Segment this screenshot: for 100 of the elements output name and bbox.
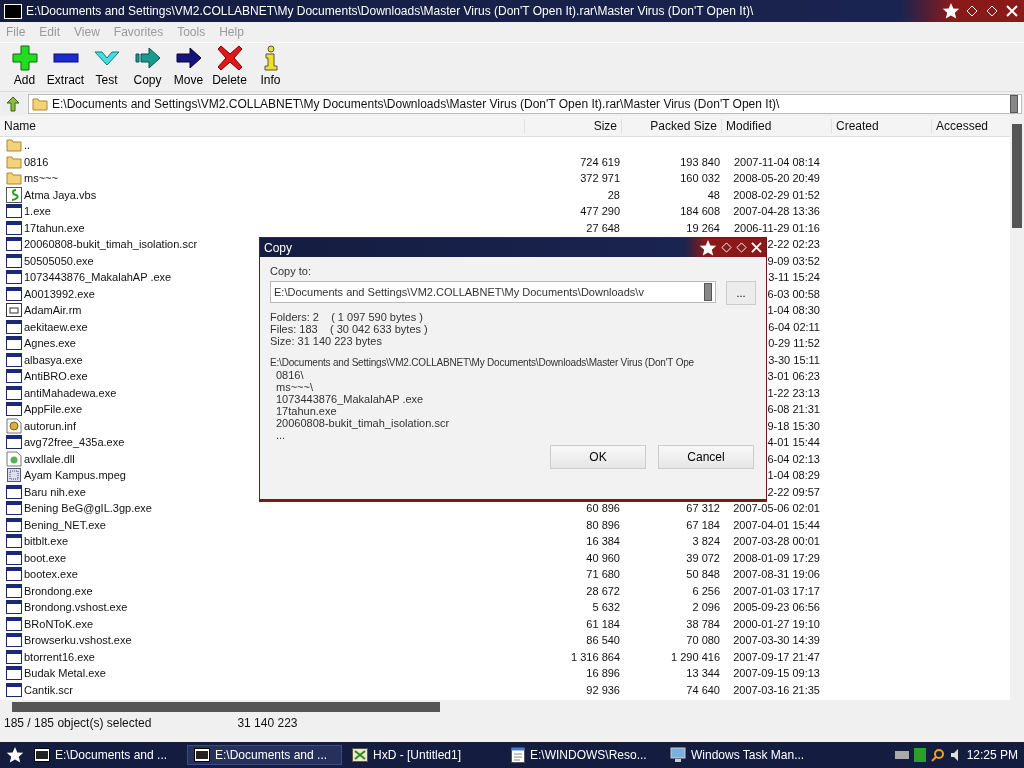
file-name: .. [24,139,31,152]
modified-cell: 1-04 08:29 [767,469,820,482]
column-header[interactable]: Packed Size [622,119,722,133]
modified-cell: 0-29 11:52 [768,337,820,350]
toolbar-button[interactable]: Extract [45,43,86,91]
destination-field[interactable]: E:\Documents and Settings\VM2.COLLABNET\My Documents\Downloads\v [270,281,716,303]
dialog-button[interactable]: OK [550,445,646,469]
notepad-icon [511,747,525,763]
total-size: 31 140 223 [237,716,298,730]
modified-cell: 2007-04-28 13:36 [733,205,820,218]
modified-cell: 9-09 03:52 [767,254,820,267]
scrollbar-thumb[interactable] [1010,95,1018,113]
file-name: AntiBRO.exe [24,370,88,383]
window-icon [6,583,22,598]
source-item: ... [275,429,287,441]
dialog-button[interactable]: Cancel [658,445,754,469]
file-name: BRoNToK.exe [24,617,94,630]
window-icon [6,435,22,450]
packed-size-cell: 38 784 [686,617,720,630]
summary-line: Folders: 2 ( 1 097 590 bytes ) [270,311,424,323]
modified-cell: 6-03 00:58 [767,287,820,300]
monitor-icon [670,747,686,763]
packed-size-cell: 48 [707,188,720,201]
arrow-icon [175,45,202,71]
scrollbar-thumb[interactable] [704,283,712,301]
modified-cell: 2000-01-27 19:10 [733,617,820,630]
modified-cell: 6-04 02:13 [767,452,820,465]
window-icon [6,666,22,681]
file-name: Budak Metal.exe [24,667,106,680]
toolbar-button[interactable]: Copy [127,43,168,91]
window-icon [6,600,22,615]
window-icon [6,369,22,384]
size-cell: 92 936 [586,683,620,696]
size-cell: 16 384 [586,535,620,548]
window-icon [6,270,22,285]
packed-size-cell: 3 824 [692,535,720,548]
file-name: aekitaew.exe [24,320,88,333]
window-title: E:\Documents and Settings\VM2.COLLABNET\My Documents\Downloads\Master Virus (Don'T Open It).rar\Master Virus (Don'T Open It)\ [26,4,755,18]
search-icon[interactable] [930,748,945,762]
window-icon [6,649,22,664]
packed-size-cell: 6 256 [692,584,720,597]
taskbar-item[interactable]: E:\Documents and ... [187,745,342,765]
packed-size-cell: 184 608 [680,205,720,218]
start-button[interactable] [6,746,24,764]
window-icon [6,484,22,499]
browse-button[interactable]: ... [726,281,756,305]
keyboard-icon[interactable] [894,751,909,759]
minimize-icon[interactable] [966,5,978,17]
column-header[interactable]: Size [525,119,622,133]
toolbar-button[interactable]: Info [250,43,291,91]
tray-square-icon[interactable] [913,748,926,762]
modified-cell: 2008-01-09 17:29 [733,551,820,564]
size-cell: 477 290 [580,205,620,218]
file-name: Brondong.vshost.exe [24,601,128,614]
arrow-icon [134,45,161,71]
file-name: AdamAir.rm [24,304,82,317]
packed-size-cell: 160 032 [680,172,720,185]
window-icon [6,319,22,334]
modified-cell: 6-04 02:11 [768,320,820,333]
close-icon[interactable] [1006,5,1018,17]
address-field[interactable]: E:\Documents and Settings\VM2.COLLABNET\My Documents\Downloads\Master Virus (Don'T Open It).rar\Master Virus (Don'T Open It)\ [28,94,1022,114]
file-name: Baru nih.exe [24,485,86,498]
column-header[interactable]: Name [0,119,525,133]
toolbar-button[interactable]: Delete [209,43,250,91]
file-name: Cantik.scr [24,683,73,696]
scrollbar-thumb[interactable] [12,702,440,712]
column-header[interactable]: Modified [722,119,832,133]
modified-cell: 1-04 08:30 [767,304,820,317]
file-name: 1073443876_MakalahAP .exe [24,271,172,284]
modified-cell: 6-08 21:31 [767,403,820,416]
packed-size-cell: 70 080 [686,634,720,647]
toolbar-button[interactable]: Add [4,43,45,91]
close-icon[interactable] [751,242,762,253]
window-icon [6,633,22,648]
modified-cell: 9-18 15:30 [767,419,820,432]
size-cell: 40 960 [586,551,620,564]
library-file-icon [6,450,22,467]
scrollbar-thumb[interactable] [1012,124,1022,228]
dialog-title: Copy [264,240,293,255]
toolbar-button[interactable]: Move [168,43,209,91]
toolbar-button[interactable]: Test [86,43,127,91]
star-icon[interactable] [942,2,960,20]
size-cell: 28 [607,188,620,201]
packed-size-cell: 74 640 [686,683,720,696]
file-name: Ayam Kampus.mpeg [24,469,126,482]
modified-cell: 4-01 15:44 [767,436,820,449]
modified-cell: 2-22 09:57 [767,485,820,498]
size-cell: 71 680 [586,568,620,581]
summary-line: Size: 31 140 223 bytes [270,335,383,347]
modified-cell: 1-22 23:13 [767,386,820,399]
column-header[interactable]: Created [832,119,932,133]
maximize-icon[interactable] [986,5,998,17]
modified-cell: 2007-03-16 21:35 [733,683,820,696]
size-cell: 60 896 [586,502,620,515]
star-icon[interactable] [699,238,717,257]
archive-icon [34,748,50,762]
file-name: bootex.exe [24,568,78,581]
modified-cell: 2006-11-29 01:16 [733,221,820,234]
modified-cell: 2007-09-17 21:47 [733,650,820,663]
media-file-icon [6,303,22,318]
